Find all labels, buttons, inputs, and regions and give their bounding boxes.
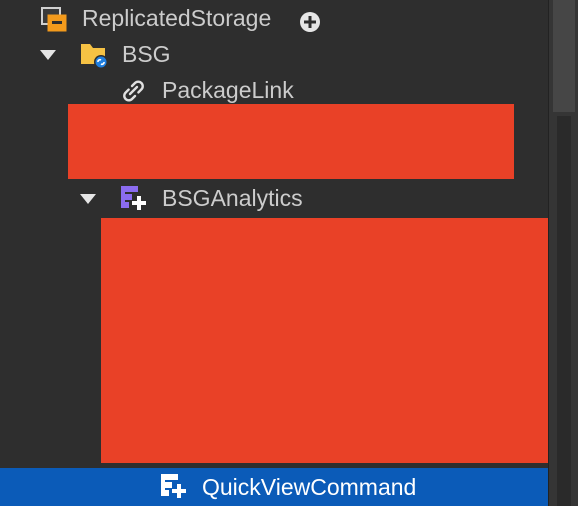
expand-arrow-icon[interactable]: [80, 194, 96, 204]
tree-item-quickviewcommand[interactable]: QuickViewCommand: [0, 468, 548, 506]
tree-item-bsganalytics[interactable]: BSGAnalytics: [0, 180, 548, 216]
tree-item-label: ReplicatedStorage: [82, 5, 272, 31]
module-script-icon: [158, 472, 188, 502]
tree-item-bsg[interactable]: BSG: [0, 36, 548, 72]
explorer-tree: ReplicatedStorage BSG PackageLink BSGAna…: [0, 0, 548, 506]
tree-item-label: QuickViewCommand: [202, 474, 417, 500]
tree-item-label: BSGAnalytics: [162, 185, 303, 211]
expand-arrow-icon[interactable]: [40, 50, 56, 60]
link-icon: [120, 78, 148, 104]
scrollbar-track[interactable]: [557, 116, 571, 506]
tree-item-label: PackageLink: [162, 77, 294, 103]
redacted-region: [101, 218, 548, 463]
tree-item-label: BSG: [122, 41, 171, 67]
package-folder-icon: [79, 40, 111, 70]
explorer-panel: ReplicatedStorage BSG PackageLink BSGAna…: [0, 0, 578, 506]
tree-item-packagelink[interactable]: PackageLink: [0, 72, 548, 108]
scrollbar-thumb[interactable]: [553, 0, 575, 112]
module-script-icon: [118, 184, 148, 214]
replicated-storage-icon: [40, 6, 70, 34]
add-icon[interactable]: [299, 7, 321, 32]
tree-item-replicatedstorage[interactable]: ReplicatedStorage: [0, 0, 548, 36]
redacted-region: [68, 104, 514, 179]
vertical-scrollbar[interactable]: [548, 0, 578, 506]
